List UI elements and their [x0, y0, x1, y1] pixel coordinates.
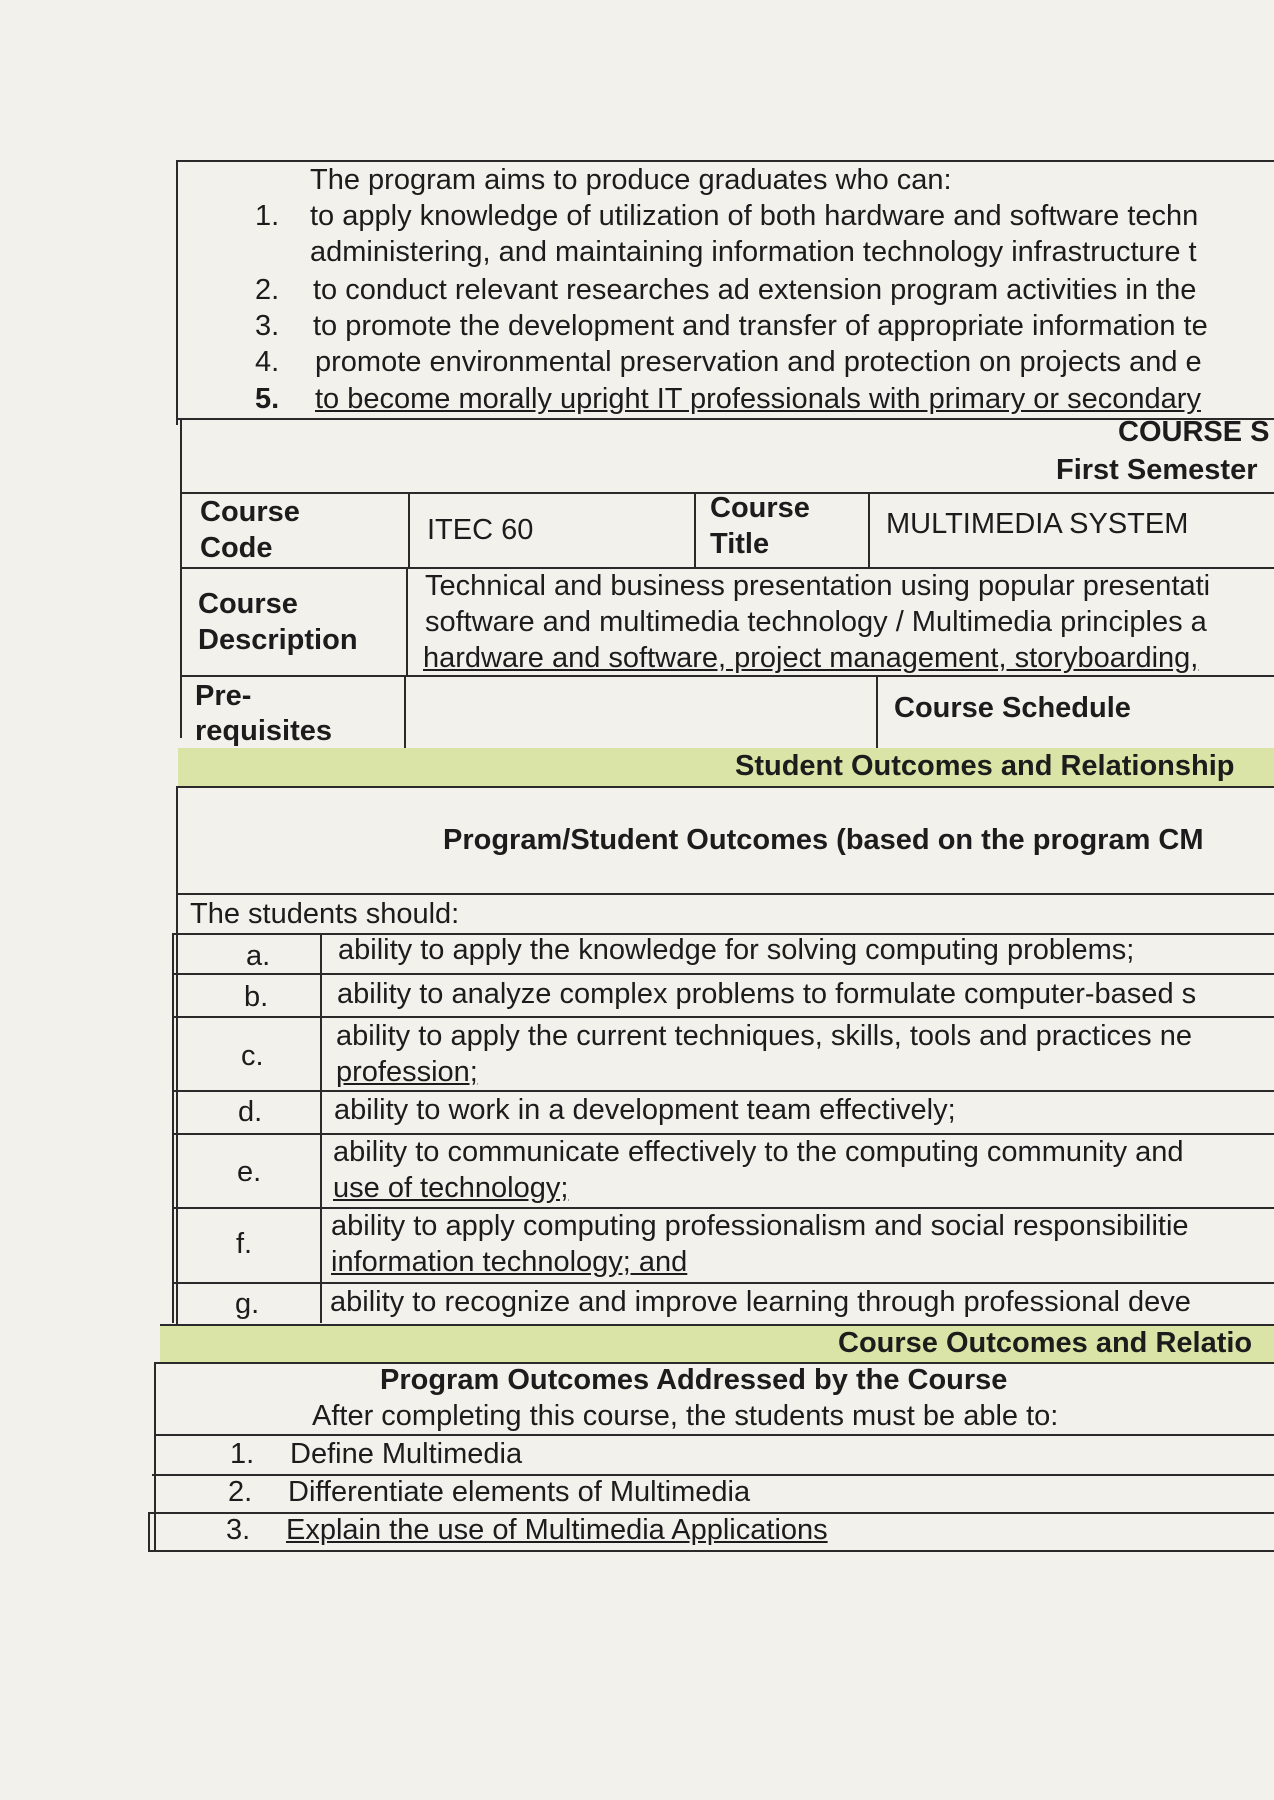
course-description-text: hardware and software, project managemen… — [423, 642, 1199, 674]
outcome-letter: e. — [237, 1156, 262, 1188]
course-outcomes-band-title: Course Outcomes and Relatio — [838, 1327, 1253, 1359]
course-outcome-text: Differentiate elements of Multimedia — [288, 1476, 751, 1508]
table-border — [408, 492, 410, 567]
student-outcomes-band-title: Student Outcomes and Relationship — [735, 750, 1235, 782]
objective-text: to apply knowledge of utilization of bot… — [310, 200, 1199, 232]
objectives-intro: The program aims to produce graduates wh… — [310, 164, 952, 196]
course-description-label: Description — [198, 624, 358, 656]
outcome-text: use of technology; — [333, 1172, 569, 1204]
outcome-letter: a. — [246, 940, 271, 972]
prereq-label: requisites — [195, 715, 332, 747]
course-outcome-text: Define Multimedia — [290, 1438, 523, 1470]
objective-text: to promote the development and transfer … — [313, 310, 1208, 342]
course-code-value: ITEC 60 — [427, 514, 534, 546]
course-schedule-label: Course Schedule — [894, 692, 1131, 724]
table-border — [404, 675, 406, 750]
objective-text: to become morally upright IT professiona… — [315, 383, 1201, 415]
objective-number: 1. — [255, 200, 280, 232]
outcome-text: ability to apply computing professionali… — [331, 1210, 1189, 1242]
table-border — [176, 893, 1274, 895]
course-title-label: Title — [710, 528, 770, 560]
table-border — [178, 786, 1274, 788]
course-code-label: Course — [200, 496, 300, 528]
course-header-semester: First Semester — [1056, 454, 1258, 486]
outcome-text: ability to communicate effectively to th… — [333, 1136, 1184, 1168]
scanned-page: The program aims to produce graduates wh… — [0, 0, 1274, 1800]
objective-number: 2. — [255, 274, 280, 306]
objective-text: administering, and maintaining informati… — [310, 236, 1197, 268]
outcome-letter: g. — [235, 1288, 260, 1320]
table-border — [176, 786, 178, 1326]
table-border — [694, 492, 696, 567]
course-code-label: Code — [200, 532, 273, 564]
table-border — [868, 492, 870, 567]
course-description-text: Technical and business presentation usin… — [425, 570, 1211, 602]
table-border — [176, 418, 1274, 420]
course-outcome-text: Explain the use of Multimedia Applicatio… — [286, 1514, 828, 1546]
outcome-text: ability to analyze complex problems to f… — [337, 978, 1197, 1010]
outcome-letter: f. — [236, 1228, 253, 1260]
outcome-letter: d. — [238, 1096, 263, 1128]
outcome-text: ability to work in a development team ef… — [334, 1094, 956, 1126]
outcome-text: information technology; and — [331, 1246, 688, 1278]
course-outcome-number: 3. — [226, 1514, 251, 1546]
course-title-label: Course — [710, 492, 810, 524]
course-title-value: MULTIMEDIA SYSTEM — [886, 508, 1189, 540]
outcome-text: profession; — [336, 1056, 478, 1088]
course-outcomes-heading: Program Outcomes Addressed by the Course — [380, 1364, 1008, 1396]
table-border — [180, 418, 182, 738]
table-border — [148, 1550, 1274, 1552]
table-border — [320, 933, 322, 1323]
objective-number: 3. — [255, 310, 280, 342]
table-border — [406, 567, 408, 675]
prereq-label: Pre- — [195, 680, 252, 712]
objective-text: to conduct relevant researches ad extens… — [313, 274, 1197, 306]
course-outcome-number: 2. — [228, 1476, 253, 1508]
course-description-text: software and multimedia technology / Mul… — [425, 606, 1207, 638]
course-outcomes-subheading: After completing this course, the studen… — [312, 1400, 1059, 1432]
table-border — [172, 973, 1274, 975]
objective-text: promote environmental preservation and p… — [315, 346, 1202, 378]
outcome-letter: b. — [244, 981, 269, 1013]
course-header-title: COURSE S — [1118, 416, 1270, 448]
table-border — [154, 1362, 156, 1552]
table-border — [172, 933, 174, 1323]
student-outcomes-heading: Program/Student Outcomes (based on the p… — [443, 824, 1204, 856]
outcome-text: ability to recognize and improve learnin… — [330, 1286, 1191, 1318]
table-border — [148, 1512, 150, 1552]
table-border — [180, 675, 1274, 677]
student-outcomes-intro: The students should: — [190, 898, 460, 930]
outcome-letter: c. — [241, 1040, 264, 1072]
outcome-text: ability to apply the knowledge for solvi… — [338, 934, 1135, 966]
outcome-text: ability to apply the current techniques,… — [336, 1020, 1192, 1052]
table-border — [876, 675, 878, 750]
table-border — [176, 160, 178, 425]
course-description-label: Course — [198, 588, 298, 620]
objective-number: 5. — [255, 383, 280, 415]
course-outcome-number: 1. — [230, 1438, 255, 1470]
objective-number: 4. — [255, 346, 280, 378]
